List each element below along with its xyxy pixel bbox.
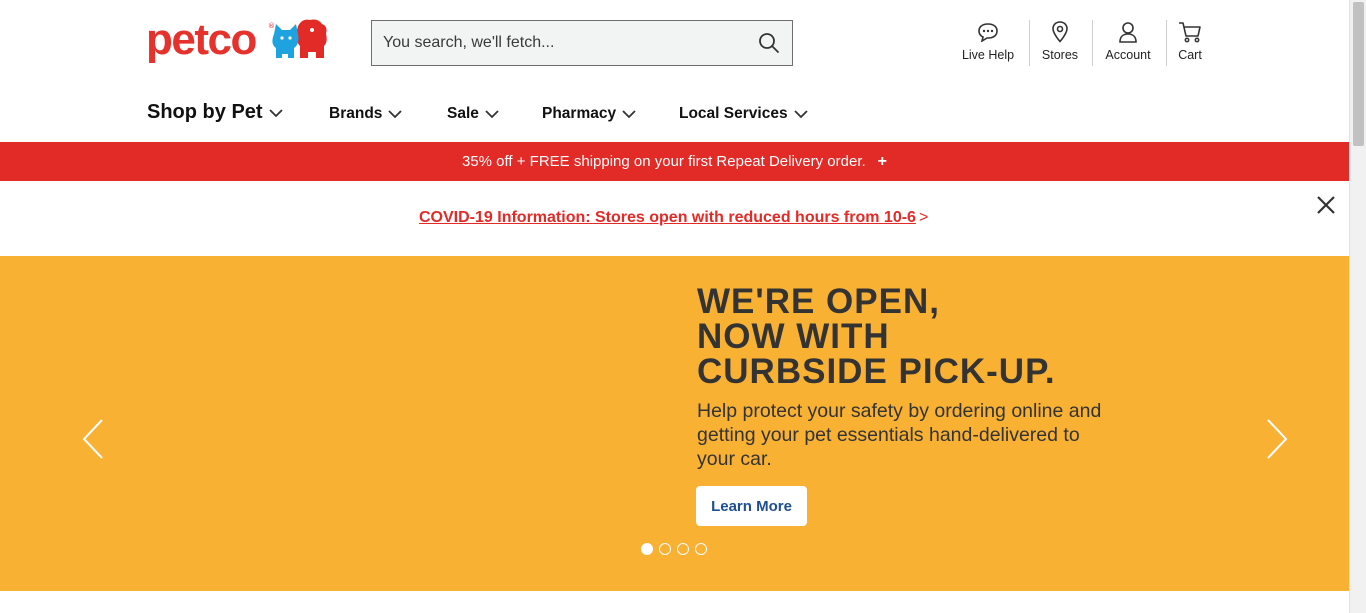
search-input[interactable] <box>372 21 742 65</box>
chevron-down-icon <box>793 110 808 119</box>
search-bar <box>371 20 793 66</box>
carousel-prev-icon[interactable] <box>78 416 108 462</box>
cart-link[interactable]: Cart <box>1172 20 1208 66</box>
account-label: Account <box>1105 48 1151 62</box>
nav-shop-by-pet[interactable]: Shop by Pet <box>147 101 283 124</box>
covid-notice: COVID-19 Information: Stores open with r… <box>0 181 1349 256</box>
promo-text: 35% off + FREE shipping on your first Re… <box>461 153 866 170</box>
carousel-dot[interactable] <box>695 543 707 555</box>
chat-bubble-icon <box>976 20 1000 44</box>
page-scrollbar[interactable] <box>1349 0 1366 613</box>
petco-logo[interactable]: petco ® <box>146 16 330 62</box>
chevron-down-icon <box>388 110 403 119</box>
nav-label: Brands <box>329 105 383 122</box>
cart-label: Cart <box>1178 48 1202 62</box>
hero-title: WE'RE OPEN, NOW WITH CURBSIDE PICK-UP. <box>697 284 1117 389</box>
learn-more-button[interactable]: Learn More <box>696 486 807 526</box>
chevron-down-icon <box>268 108 283 117</box>
chevron-down-icon <box>485 110 499 119</box>
account-link[interactable]: Account <box>1099 20 1157 66</box>
carousel-dot[interactable] <box>677 543 689 555</box>
live-help-label: Live Help <box>961 48 1015 62</box>
search-icon <box>759 33 779 53</box>
divider <box>1092 20 1093 66</box>
nav-brands[interactable]: Brands <box>329 105 403 123</box>
carousel-dots <box>641 543 707 555</box>
nav-label: Sale <box>447 105 479 122</box>
carousel-next-icon[interactable] <box>1262 416 1292 462</box>
nav-sale[interactable]: Sale <box>447 105 499 123</box>
stores-link[interactable]: Stores <box>1036 20 1084 66</box>
divider <box>1029 20 1030 66</box>
live-help-link[interactable]: Live Help <box>958 20 1018 66</box>
user-icon <box>1116 20 1140 44</box>
hero-title-line: NOW WITH <box>697 317 890 356</box>
expand-plus-icon[interactable]: + <box>878 153 887 171</box>
carousel-dot[interactable] <box>641 543 653 555</box>
close-icon[interactable] <box>1315 194 1337 216</box>
page: petco ® You search, we'll fetch... Live … <box>0 0 1349 613</box>
search-button[interactable] <box>756 30 782 56</box>
cart-icon <box>1178 20 1202 44</box>
nav-label: Shop by Pet <box>147 101 263 123</box>
stores-label: Stores <box>1041 48 1079 62</box>
chevron-down-icon <box>622 110 636 119</box>
hero-title-line: WE'RE OPEN, <box>697 282 940 321</box>
nav-local-services[interactable]: Local Services <box>679 105 808 123</box>
svg-text:®: ® <box>268 22 275 30</box>
hero-title-line: CURBSIDE PICK-UP. <box>697 352 1056 391</box>
hero-description: Help protect your safety by ordering onl… <box>697 400 1102 470</box>
promo-banner[interactable]: 35% off + FREE shipping on your first Re… <box>0 142 1349 181</box>
logo-wordmark: petco <box>146 15 257 64</box>
nav-pharmacy[interactable]: Pharmacy <box>542 105 636 123</box>
covid-info-link[interactable]: COVID-19 Information: Stores open with r… <box>419 209 916 227</box>
divider <box>1166 20 1167 66</box>
logo-pets-icon: ® <box>268 19 327 58</box>
scrollbar-thumb[interactable] <box>1353 2 1364 146</box>
nav-label: Local Services <box>679 105 788 122</box>
carousel-dot[interactable] <box>659 543 671 555</box>
hero-carousel: WE'RE OPEN, NOW WITH CURBSIDE PICK-UP. H… <box>0 256 1349 591</box>
site-header: petco ® You search, we'll fetch... Live … <box>0 0 1349 142</box>
notice-arrow: > <box>919 209 929 226</box>
location-pin-icon <box>1048 20 1072 44</box>
nav-label: Pharmacy <box>542 105 617 122</box>
